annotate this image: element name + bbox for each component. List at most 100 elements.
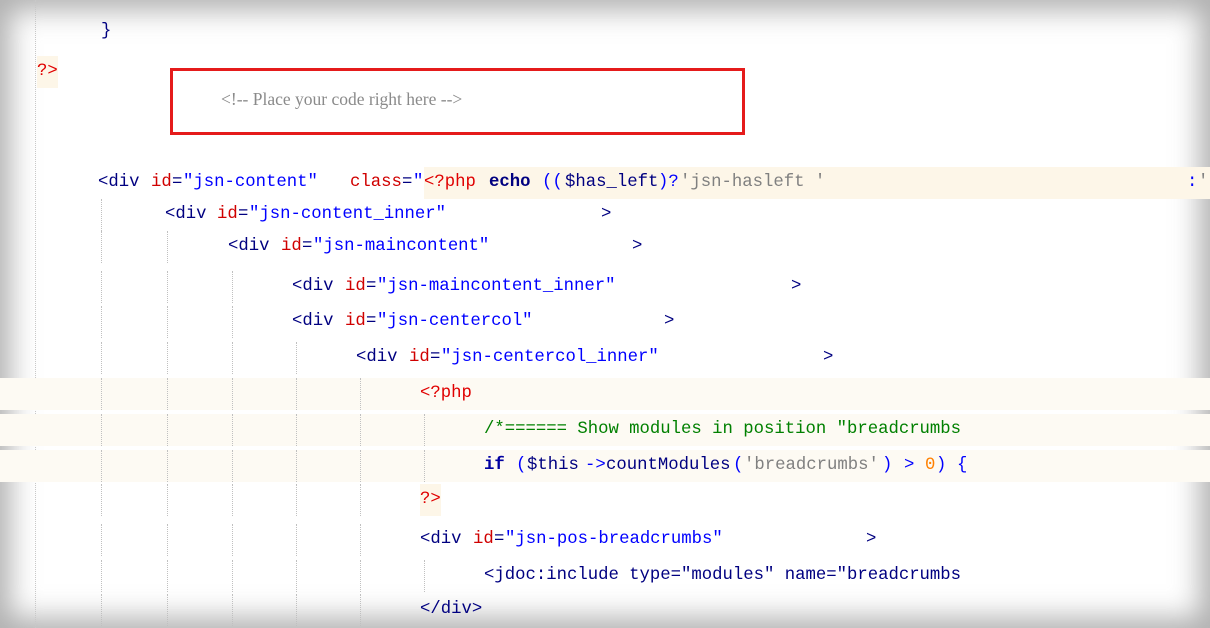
indent-guide <box>232 378 233 410</box>
brace: { <box>957 456 968 475</box>
indent-guide <box>101 231 102 263</box>
callout-comment: <!-- Place your code right here --> <box>221 89 463 109</box>
equals-sign: = <box>238 205 249 224</box>
indent-guide <box>232 594 233 626</box>
indent-guide <box>167 484 168 516</box>
string-literal: 'jsn-hasleft ' <box>680 173 826 192</box>
tag-close: > <box>664 312 675 331</box>
indent-guide <box>101 199 102 231</box>
indent-guide <box>232 414 233 446</box>
indent-guide <box>360 378 361 410</box>
indent-guide <box>101 342 102 374</box>
equals-sign: = <box>302 237 313 256</box>
indent-guide <box>167 450 168 482</box>
quote: " <box>413 173 424 192</box>
indent-guide <box>360 524 361 556</box>
indent-guide <box>232 484 233 516</box>
indent-guide <box>424 560 425 592</box>
attr-value: "jsn-centercol" <box>377 312 533 331</box>
screenshot: } ?> <div id = "jsn-content" class = " <… <box>0 0 1210 628</box>
php-comment: /*====== Show modules in position "bread… <box>484 420 962 439</box>
string-literal: ' <box>1198 173 1209 192</box>
code-line: <div id = "jsn-pos-breadcrumbs" > <box>0 524 1210 556</box>
tag-open: <div <box>292 312 334 331</box>
indent-guide <box>101 306 102 338</box>
equals-sign: = <box>366 312 377 331</box>
number-literal: 0 <box>925 456 936 475</box>
keyword-if: if <box>484 456 505 475</box>
code-line: /*====== Show modules in position "bread… <box>0 414 1210 446</box>
jdoc-include: <jdoc:include type="modules" name="bread… <box>484 566 962 585</box>
attr-value: "jsn-maincontent" <box>313 237 490 256</box>
paren: (( <box>542 173 563 192</box>
code-line: ?> <box>0 484 1210 516</box>
php-close-tag: ?> <box>420 484 441 516</box>
tag-close: > <box>791 277 802 296</box>
tag-close: > <box>866 530 877 549</box>
equals-sign: = <box>402 173 413 192</box>
indent-guide <box>296 560 297 592</box>
indent-guide <box>232 306 233 338</box>
attr-value: "jsn-content" <box>183 173 318 192</box>
indent-guide <box>296 484 297 516</box>
indent-guide <box>167 414 168 446</box>
attr-name: id <box>151 173 172 192</box>
indent-guide <box>360 560 361 592</box>
code-line: if ( $this -> countModules ( 'breadcrumb… <box>0 450 1210 482</box>
indent-guide <box>167 594 168 626</box>
indent-guide <box>101 594 102 626</box>
indent-guide <box>232 342 233 374</box>
php-open-tag: <?php <box>424 173 476 192</box>
tag-open: <div <box>98 173 140 192</box>
code-line: <jdoc:include type="modules" name="bread… <box>0 560 1210 592</box>
equals-sign: = <box>366 277 377 296</box>
indent-guide <box>296 450 297 482</box>
code-line: <div id = "jsn-maincontent" > <box>0 231 1210 263</box>
equals-sign: = <box>494 530 505 549</box>
tag-close: > <box>823 348 834 367</box>
code-line: </div> <box>0 594 1210 626</box>
indent-guide <box>424 450 425 482</box>
colon: : <box>1187 173 1198 192</box>
indent-guide <box>232 450 233 482</box>
indent-guide <box>101 450 102 482</box>
indent-guide <box>232 560 233 592</box>
indent-guide <box>360 414 361 446</box>
indent-guide <box>167 342 168 374</box>
indent-guide <box>232 271 233 303</box>
code-line: <?php <box>0 378 1210 410</box>
paren: ) <box>936 456 947 475</box>
closing-brace: } <box>101 22 112 41</box>
php-close-tag: ?> <box>37 56 58 88</box>
indent-guide <box>167 306 168 338</box>
indent-guide <box>296 414 297 446</box>
paren: ( <box>516 456 527 475</box>
php-variable: $this <box>527 456 579 475</box>
indent-guide <box>101 484 102 516</box>
code-editor[interactable]: } ?> <div id = "jsn-content" class = " <… <box>0 0 1210 628</box>
attr-name: id <box>345 312 366 331</box>
indent-guide <box>167 524 168 556</box>
code-line: <div id = "jsn-content" class = " <?php … <box>0 167 1210 199</box>
equals-sign: = <box>430 348 441 367</box>
indent-guide <box>296 594 297 626</box>
attr-name: class <box>350 173 402 192</box>
attr-name: id <box>281 237 302 256</box>
php-open-tag: <?php <box>420 384 472 403</box>
indent-guide <box>167 378 168 410</box>
tag-close: > <box>632 237 643 256</box>
code-line: } <box>0 16 1210 48</box>
attr-value: "jsn-maincontent_inner" <box>377 277 616 296</box>
tag-close: </div> <box>420 600 483 619</box>
indent-guide <box>167 560 168 592</box>
tag-open: <div <box>165 205 207 224</box>
tag-open: <div <box>228 237 270 256</box>
tag-open: <div <box>420 530 462 549</box>
indent-guide <box>101 414 102 446</box>
operator: > <box>904 456 915 475</box>
indent-guide <box>296 378 297 410</box>
code-line: <div id = "jsn-content_inner" > <box>0 199 1210 231</box>
indent-guide <box>101 271 102 303</box>
indent-guide <box>296 524 297 556</box>
indent-guide <box>101 524 102 556</box>
